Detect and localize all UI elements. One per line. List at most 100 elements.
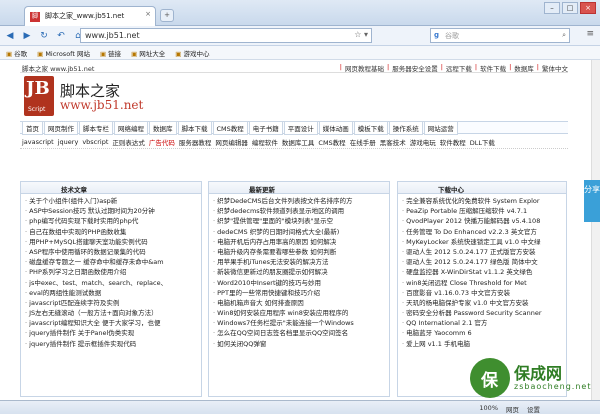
list-item[interactable]: 用苹果手机iTunes无法安装的解决方法 [213,257,385,267]
sub-nav-item[interactable]: CMS教程 [318,137,345,147]
list-item[interactable]: 电脑升级内存条需要看哪些参数 如何判断 [213,247,385,257]
main-nav-item[interactable]: 媒体动画 [318,120,353,135]
sub-nav-item[interactable]: 广告代码 [149,137,175,147]
main-nav-item[interactable]: 首页 [22,120,43,135]
main-nav-item[interactable]: 脚本下载 [177,120,212,135]
main-nav-item[interactable]: 网页制作 [44,120,78,135]
list-item[interactable]: 硬盘监控器 X-WinDirStat v1.1.2 英文绿色 [402,267,562,277]
list-item[interactable]: javascript匹配连续字符及实例 [25,298,197,308]
search-input[interactable]: g 谷歌 ⌕ [430,28,570,43]
menu-icon[interactable]: ≡ [586,29,594,39]
undo-icon[interactable]: ↶ [55,30,67,42]
bookmark-item[interactable]: ▣ 谷歌 [6,48,27,58]
top-link[interactable]: 远程下载 [446,63,472,73]
list-item[interactable]: dedeCMS 织梦的日期时间格式大全(最新) [213,227,385,237]
sub-nav-item[interactable]: 数据库工具 [282,137,315,147]
sub-nav-item[interactable]: 服务器教程 [179,137,212,147]
list-item[interactable]: 百度影音 v1.16.0.73 中文官方安装 [402,288,562,298]
list-item[interactable]: 任务管理 To Do Enhanced v2.2.3 英文官方 [402,227,562,237]
top-link[interactable]: 软件下载 [480,63,506,73]
zoom-level[interactable]: 100% [479,404,498,414]
sub-nav-item[interactable]: 正则表达式 [112,137,145,147]
sub-nav-item[interactable]: vbscript [82,138,108,146]
list-item[interactable]: ASP程序中使用循环的数据记录集的代码 [25,247,197,257]
close-window-button[interactable]: × [580,2,596,14]
status-item[interactable]: 网页 [506,404,519,414]
list-item[interactable]: QvodPlayer 2012 快播万能解码器 v5.4.108 [402,216,562,226]
top-link[interactable]: 繁体中文 [542,63,568,73]
search-engine-icon[interactable]: g [434,31,439,39]
list-item[interactable]: 电脑蓝牙 Yaocomm 6 [402,328,562,338]
main-nav-item[interactable]: 数据库 [149,120,177,135]
top-link[interactable]: 服务器安全设置 [392,63,438,73]
list-item[interactable]: PeaZip Portable 压缩解压缩软件 v4.7.1 [402,206,562,216]
status-item[interactable]: 设置 [527,404,540,414]
sub-nav-item[interactable]: 软件教程 [440,137,466,147]
new-tab-button[interactable]: + [160,9,174,22]
list-item[interactable]: 电脑开机后内存占用率高的原因 如何解决 [213,237,385,247]
list-item[interactable]: PHP系列学习之日期函数使用介绍 [25,267,197,277]
main-nav-item[interactable]: 网络编程 [114,120,148,135]
list-item[interactable]: 怎么在QQ空间日志签名档里显示QQ空间签名 [213,328,385,338]
refresh-icon[interactable]: ↻ [38,30,50,42]
sub-nav-item[interactable]: DLL下载 [470,137,495,147]
list-item[interactable]: JS左右无缝滚动（一般方法+面向对象方法） [25,308,197,318]
list-item[interactable]: js中exec、test、match、search、replace、 [25,278,197,288]
list-item[interactable]: 驱动人生 2012 5.0.24.177 正式版官方安装 [402,247,562,257]
sub-nav-item[interactable]: javascript [22,138,54,146]
top-link[interactable]: 数据库 [514,63,534,73]
main-nav-item[interactable]: 电子书籍 [248,120,283,135]
list-item[interactable]: 电脑机箱声音大 如何排查原因 [213,298,385,308]
list-item[interactable]: 用PHP+MySQL搭建聊天室功能实例代码 [25,237,197,247]
list-item[interactable]: javascript编程知识大全 便于大家学习，也便 [25,318,197,328]
forward-icon[interactable]: ▶ [21,30,33,42]
sub-nav-item[interactable]: 在线手册 [350,137,376,147]
main-nav-item[interactable]: CMS教程 [212,120,248,135]
list-item[interactable]: 如何关闭QQ弹窗 [213,339,385,349]
bookmark-item[interactable]: ▣ 链接 [100,48,121,58]
list-item[interactable]: QQ International 2.1 官方 [402,318,562,328]
list-item[interactable]: 新装微信更新过的朋友圈提示如何解决 [213,267,385,277]
tab-close-icon[interactable]: × [145,10,151,18]
top-link[interactable]: 网页教程基础 [345,63,384,73]
list-item[interactable]: win8关闭远程 Close Threshold for Met [402,278,562,288]
list-item[interactable]: 织梦DedeCMS后台文件列表按文件名排序的方 [213,196,385,206]
search-icon[interactable]: ⌕ [562,31,566,40]
list-item[interactable]: 自己在数组中实现的PHP函数收集 [25,227,197,237]
sub-nav-item[interactable]: 游戏电玩 [410,137,436,147]
sub-nav-item[interactable]: jquery [58,138,79,146]
address-bar[interactable]: www.jb51.net ☆ ▾ [80,28,372,43]
list-item[interactable]: php编写代码实现下载时实用的php代 [25,216,197,226]
list-item[interactable]: jquery插件制作 提示框插件实现代码 [25,339,197,349]
list-item[interactable]: 天玑的杨电脑保护专家 v1.0 中文官方安装 [402,298,562,308]
list-item[interactable]: 关于个小组件(组件入门)asp新 [25,196,197,206]
sub-nav-item[interactable]: 黑客技术 [380,137,406,147]
bookmark-item[interactable]: ▣ Microsoft 网站 [37,48,90,58]
site-logo[interactable]: JB Script [24,76,54,116]
bookmark-item[interactable]: ▣ 游戏中心 [175,48,209,58]
list-item[interactable]: 爱上网 v1.1 手机电脑 [402,339,562,349]
list-item[interactable]: Word2010中Insert键的技巧与妙用 [213,278,385,288]
list-item[interactable]: ASP中Session技巧 默认过期时间为20分钟 [25,206,197,216]
list-item[interactable]: 驱动人生 2012 5.0.24.177 绿色版 简体中文 [402,257,562,267]
list-item[interactable]: PPT里的一些常用快捷键和技巧介绍 [213,288,385,298]
main-nav-item[interactable]: 网站运营 [423,120,458,135]
main-nav-item[interactable]: 操作系统 [388,120,423,135]
sub-nav-item[interactable]: 网页编辑器 [215,137,248,147]
main-nav-item[interactable]: 平面设计 [283,120,318,135]
list-item[interactable]: 完全兼容系统优化的免费软件 System Explor [402,196,562,206]
bookmark-star-icon[interactable]: ☆ ▾ [354,30,368,39]
sub-nav-item[interactable]: 编程软件 [252,137,278,147]
main-nav-item[interactable]: 脚本专栏 [79,120,113,135]
minimize-button[interactable]: – [544,2,560,14]
list-item[interactable]: 磁盘缓存专题之一 缓存命中和缓存未命中&am [25,257,197,267]
browser-tab[interactable]: 脚 脚本之家_www.jb51.net × [24,6,156,26]
list-item[interactable]: MyKeyLocker 系统快速锁定工具 v1.0 中文绿 [402,237,562,247]
list-item[interactable]: eval的两组性能测试数据 [25,288,197,298]
main-nav-item[interactable]: 模板下载 [353,120,388,135]
list-item[interactable]: jquery插件制作 关于Panel伪类实现 [25,328,197,338]
list-item[interactable]: Win8如何安装应用程序 win8安装应用程序的 [213,308,385,318]
bookmark-item[interactable]: ▣ 网址大全 [131,48,165,58]
list-item[interactable]: 织梦"提供管理"里面的"模块列表"显示空 [213,216,385,226]
list-item[interactable]: 密码安全分析器 Password Security Scanner [402,308,562,318]
